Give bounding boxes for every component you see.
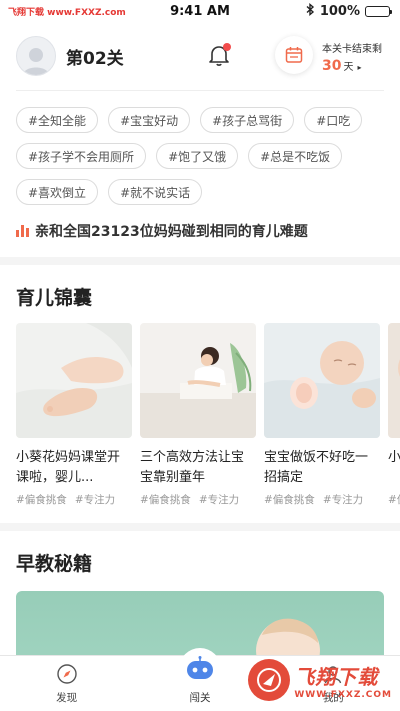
article-card[interactable]: 小... #偏 <box>388 323 400 507</box>
banner-image <box>256 618 320 661</box>
tab-challenge[interactable]: 闯关 <box>133 652 266 711</box>
article-image-girl-reading <box>140 323 256 438</box>
chevron-right-icon: ▸ <box>357 63 362 72</box>
article-tag[interactable]: #专注力 <box>323 492 363 507</box>
article-tags: #偏食挑食 #专注力 <box>264 492 380 507</box>
header: 第02关 本关卡结束剩 30 天 ▸ <box>0 22 400 90</box>
robot-icon <box>182 652 217 686</box>
tag-chip[interactable]: #宝宝好动 <box>108 107 191 133</box>
status-bar: 飞翔下载 www.FXXZ.com 9:41 AM 100% <box>0 0 400 22</box>
article-image-sleeping-baby <box>264 323 380 438</box>
remaining-label: 本关卡结束剩 <box>322 44 382 55</box>
article-tag[interactable]: #偏食挑食 <box>16 492 67 507</box>
watermark-brand-en: WWW.FXXZ.COM <box>294 689 392 700</box>
bar-chart-icon <box>16 225 29 237</box>
article-tag[interactable]: #偏食挑食 <box>140 492 191 507</box>
site-mark-text: 飞翔下载 www.FXXZ.com <box>8 7 126 18</box>
article-tag[interactable]: #专注力 <box>75 492 115 507</box>
tag-chip[interactable]: #孩子总骂街 <box>200 107 295 133</box>
battery-icon <box>365 5 392 17</box>
article-tag[interactable]: #专注力 <box>199 492 239 507</box>
watermark-brand-cn: 飞翔下载 <box>294 664 379 689</box>
compass-icon <box>55 662 79 686</box>
problem-tags: #全知全能 #宝宝好动 #孩子总骂街 #口吃 #孩子学不会用厕所 #饱了又饿 #… <box>0 91 400 205</box>
bluetooth-icon <box>306 3 315 19</box>
tab-label: 闯关 <box>189 692 211 704</box>
tag-chip[interactable]: #总是不吃饭 <box>248 143 343 169</box>
article-card[interactable]: 小葵花妈妈课堂开课啦，婴儿... #偏食挑食 #专注力 <box>16 323 132 507</box>
article-tag[interactable]: #偏 <box>388 492 400 507</box>
community-notice-text: 亲和全国23123位妈妈碰到相同的育儿难题 <box>35 224 308 240</box>
remaining-days-unit: 天 <box>343 62 354 73</box>
section-title-early-education: 早教秘籍 <box>16 552 93 575</box>
tab-label: 发现 <box>56 692 78 704</box>
article-title: 小葵花妈妈课堂开课啦，婴儿... <box>16 450 121 485</box>
avatar[interactable] <box>16 36 56 76</box>
tips-carousel[interactable]: 小葵花妈妈课堂开课啦，婴儿... #偏食挑食 #专注力 三个高效方法让宝宝靠别童… <box>0 323 400 507</box>
community-notice[interactable]: 亲和全国23123位妈妈碰到相同的育儿难题 <box>16 221 384 241</box>
tag-chip[interactable]: #喜欢倒立 <box>16 179 99 205</box>
article-tags: #偏食挑食 #专注力 <box>16 492 132 507</box>
calendar-button[interactable] <box>275 36 313 74</box>
battery-percent: 100% <box>319 3 360 19</box>
article-image-partial <box>388 323 400 438</box>
tab-discover[interactable]: 发现 <box>0 656 133 711</box>
calendar-icon <box>285 47 303 63</box>
tag-chip[interactable]: #饱了又饿 <box>156 143 239 169</box>
watermark-text: 飞翔下载 WWW.FXXZ.COM <box>294 661 392 700</box>
tag-chip[interactable]: #孩子学不会用厕所 <box>16 143 147 169</box>
article-title: 宝宝做饭不好吃一招搞定 <box>264 450 369 485</box>
article-tags: #偏 <box>388 492 400 507</box>
article-tags: #偏食挑食 #专注力 <box>140 492 256 507</box>
notification-button[interactable] <box>206 42 232 68</box>
site-watermark: 飞翔下载 WWW.FXXZ.COM <box>248 659 392 701</box>
article-card[interactable]: 三个高效方法让宝宝靠别童年 #偏食挑食 #专注力 <box>140 323 256 507</box>
status-right: 100% <box>306 3 392 19</box>
level-title: 第02关 <box>66 48 124 69</box>
site-mark: 飞翔下载 www.FXXZ.com <box>8 5 126 18</box>
early-education-banner[interactable] <box>16 591 384 661</box>
section-title-tips: 育儿锦囊 <box>16 286 93 309</box>
tag-chip[interactable]: #全知全能 <box>16 107 99 133</box>
remaining-count: 30 天 ▸ <box>322 58 382 74</box>
avatar-placeholder-icon <box>23 48 49 75</box>
article-card[interactable]: 宝宝做饭不好吃一招搞定 #偏食挑食 #专注力 <box>264 323 380 507</box>
article-image-baby-feet <box>16 323 132 438</box>
article-title: 小... <box>388 450 400 465</box>
tag-chip[interactable]: #口吃 <box>304 107 363 133</box>
article-tag[interactable]: #偏食挑食 <box>264 492 315 507</box>
section-separator <box>0 523 400 531</box>
remaining-days[interactable]: 本关卡结束剩 30 天 ▸ <box>322 40 382 74</box>
section-separator <box>0 257 400 265</box>
tag-chip[interactable]: #就不说实话 <box>108 179 203 205</box>
article-title: 三个高效方法让宝宝靠别童年 <box>140 450 245 485</box>
notification-dot <box>223 43 231 51</box>
remaining-days-number: 30 <box>322 58 342 74</box>
watermark-logo <box>248 659 291 701</box>
